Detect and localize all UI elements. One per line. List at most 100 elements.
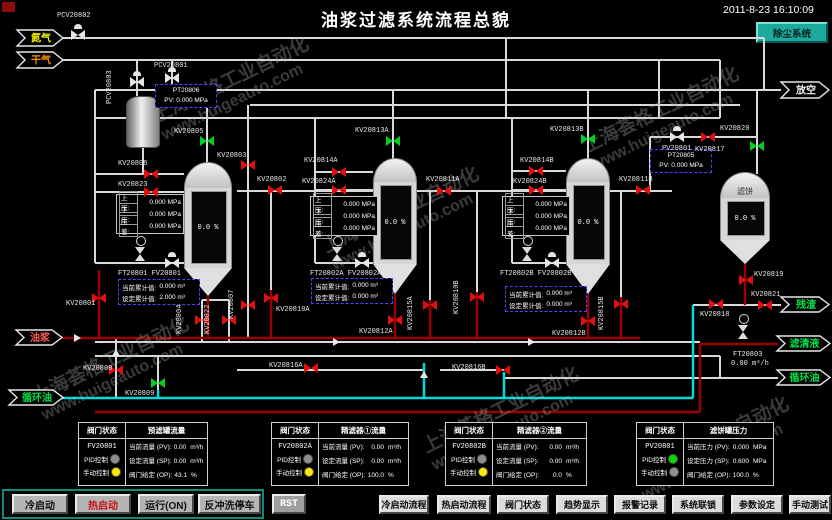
panel-body: FV20802BPID控制手动控制当前流量 (PV):0.00m³/h设定流量 … — [446, 439, 586, 486]
pid-control-row: PID控制 — [446, 454, 492, 464]
panel-value-row: 阀门给定 (OP):100.0% — [687, 469, 771, 483]
valve-KV20810A[interactable] — [264, 293, 278, 303]
nav-button-手动测试[interactable]: 手动测试 — [789, 495, 831, 514]
value-label: 阀门给定 (OP): — [496, 469, 539, 479]
value-number: 100.0 — [732, 472, 749, 479]
button-反冲洗停车[interactable]: 反冲洗停车 — [198, 494, 261, 514]
panel-tag: FV20801 — [79, 443, 125, 451]
valve-control[interactable] — [165, 258, 179, 268]
cake-tank-interior: 0.0 % — [727, 201, 765, 236]
pressure-unit: MPa — [168, 223, 181, 230]
svg-text:放空: 放空 — [795, 84, 816, 97]
valve-KV20816B[interactable] — [496, 365, 510, 375]
svg-text:残渣: 残渣 — [796, 298, 817, 311]
valve-control[interactable] — [545, 258, 559, 268]
prefilter-vessel-shell: 0.0 % — [184, 188, 232, 268]
value-label: 阀门给定 (OP): — [129, 469, 172, 479]
valve-KV20805[interactable] — [200, 136, 214, 146]
valve-KV20814B[interactable] — [529, 166, 543, 176]
valve-KV20813A[interactable] — [386, 136, 400, 146]
valve-KV20811B[interactable] — [636, 185, 650, 195]
status-panel-1: 阀门状态预滤罐流量FV20801PID控制手动控制当前流量 (PV):0.00m… — [78, 422, 208, 486]
value-label: 设定流量 (SP): — [322, 455, 365, 465]
pressure-label: 压差: — [313, 217, 332, 239]
nav-button-冷启动流程[interactable]: 冷启动流程 — [379, 495, 429, 514]
valve-KV20813B[interactable] — [581, 134, 595, 144]
panel-title: 预滤罐流量 — [126, 423, 207, 438]
valve-actuator-icon — [358, 252, 366, 257]
value-number: 0.00 — [541, 458, 562, 465]
valve-actuator-icon — [673, 126, 681, 131]
panel-value-row: 当前压力 (PV):0.000MPa — [687, 441, 771, 455]
value-label: 当前流量 (PV): — [322, 441, 365, 451]
valve-KV20824A[interactable] — [332, 185, 346, 195]
totalizer-label: 设定累计值: — [122, 293, 156, 303]
button-运行(ON)[interactable]: 运行(ON) — [138, 494, 194, 514]
valve-label: KV20818 — [700, 311, 729, 319]
panel-left-col: FV20802BPID控制手动控制 — [446, 439, 493, 486]
valve-label: KV20809 — [125, 390, 154, 398]
valve-KV20815A[interactable] — [423, 300, 437, 310]
button-热启动[interactable]: 热启动 — [75, 494, 131, 514]
valve-PCV20802[interactable] — [71, 30, 85, 40]
status-panel-2: 阀门状态精滤器①流量FV20802APID控制手动控制当前流量 (PV):0.0… — [271, 422, 409, 486]
valve-KV20818[interactable] — [709, 299, 723, 309]
valve-actuator-icon — [168, 252, 176, 257]
valve-label: KV20822 — [204, 305, 212, 334]
nav-button-报警记录[interactable]: 报警记录 — [614, 495, 666, 514]
pt-box-PT20806: PT20806PV: 0.000 MPa — [155, 84, 217, 108]
panel-header-left: 阀门状态 — [637, 423, 684, 438]
rst-button[interactable]: RST — [272, 494, 306, 514]
valve-KV20824B[interactable] — [529, 185, 543, 195]
valve-PV20801[interactable] — [670, 132, 684, 142]
totalizer-row: 当前累计值:0.000 m³ — [315, 280, 389, 291]
manual-control-row: 手动控制 — [272, 467, 318, 477]
valve-KV20812B[interactable] — [581, 316, 595, 326]
valve-KV20803[interactable] — [241, 160, 255, 170]
svg-text:循环油: 循环油 — [790, 371, 820, 384]
valve-KV20806[interactable] — [144, 169, 158, 179]
valve-label: KV20808 — [83, 365, 112, 373]
value-label: 当前流量 (PV): — [129, 441, 172, 451]
valve-label: KV20811B — [619, 176, 653, 184]
valve-KV20811A[interactable] — [437, 186, 451, 196]
valve-KV20810B[interactable] — [470, 292, 484, 302]
valve-KV20807[interactable] — [241, 300, 255, 310]
manual-control-label: 手动控制 — [276, 467, 302, 477]
valve-KV20821[interactable] — [758, 300, 772, 310]
panel-value-row: 阀门给定 (OP):43.1% — [129, 469, 205, 483]
nav-button-参数设定[interactable]: 参数设定 — [731, 495, 783, 514]
valve-KV20802[interactable] — [268, 185, 282, 195]
valve-label: PCV20802 — [57, 12, 91, 20]
valve-KV20817[interactable] — [701, 132, 715, 142]
io-flag-residue-outlet: 残渣 — [780, 296, 830, 313]
pressure-value: 0.000 — [334, 201, 360, 208]
nav-button-阀门状态[interactable]: 阀门状态 — [497, 495, 549, 514]
manual-control-label: 手动控制 — [450, 467, 476, 477]
valve-KV20816A[interactable] — [304, 363, 318, 373]
totalizer-box-3: 当前累计值:0.000 m³设定累计值:0.000 m³ — [505, 286, 587, 312]
pt-tag: PT20806 — [159, 86, 213, 96]
valve-KV20814A[interactable] — [332, 167, 346, 177]
ft-body — [738, 325, 748, 332]
flow-transmitter-icon — [523, 236, 533, 246]
pid-control-row: PID控制 — [79, 454, 125, 464]
valve-PCV20803[interactable] — [130, 77, 144, 87]
valve-KV20812A[interactable] — [388, 315, 402, 325]
panel-header: 阀门状态精滤器②流量 — [446, 423, 586, 439]
nav-button-系统联锁[interactable]: 系统联锁 — [672, 495, 724, 514]
valve-KV20819[interactable] — [739, 275, 753, 285]
button-冷启动[interactable]: 冷启动 — [12, 494, 68, 514]
svg-text:滤清液: 滤清液 — [790, 337, 820, 350]
valve-control[interactable] — [355, 258, 369, 268]
manual-status-lamp — [304, 467, 314, 477]
totalizer-row: 设定累计值:2.000 m³ — [122, 292, 196, 303]
totalizer-value: 0.000 m³ — [159, 283, 185, 290]
nav-button-趋势显示[interactable]: 趋势显示 — [556, 495, 608, 514]
fine-filter-2-vessel-shell: 0.0 % — [566, 182, 610, 264]
valve-KV20815B[interactable] — [614, 299, 628, 309]
nav-button-热启动流程[interactable]: 热启动流程 — [437, 495, 491, 514]
valve-KV20820[interactable] — [750, 141, 764, 151]
valve-KV20809[interactable] — [151, 378, 165, 388]
valve-PCV20801[interactable] — [165, 73, 179, 83]
